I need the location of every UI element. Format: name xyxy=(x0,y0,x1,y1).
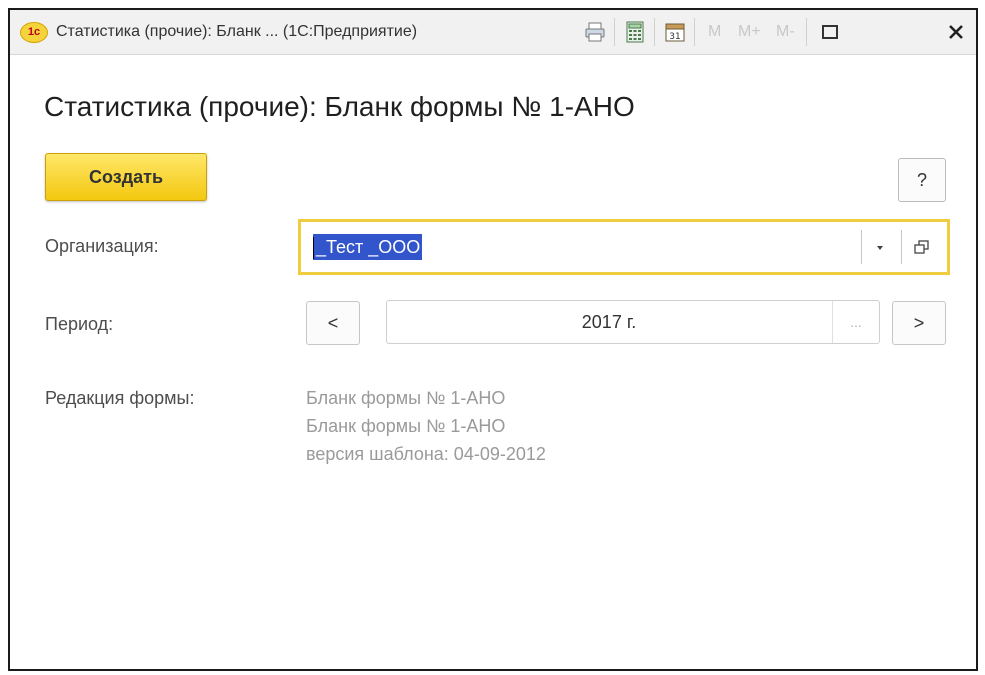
toolbar-divider xyxy=(806,18,807,46)
organization-value[interactable]: _Тест _ООО xyxy=(313,234,423,260)
calculator-icon[interactable] xyxy=(624,21,646,43)
chevron-down-icon xyxy=(877,246,883,250)
toolbar-divider xyxy=(694,18,695,46)
edition-line: Бланк формы № 1-АНО xyxy=(306,388,506,408)
period-prev-button[interactable]: < xyxy=(306,301,360,345)
app-logo-icon[interactable]: 1с xyxy=(20,22,48,43)
form-window: 1с Статистика (прочие): Бланк ... (1С:Пр… xyxy=(8,8,978,671)
period-label: Период: xyxy=(45,314,114,334)
toolbar-divider xyxy=(654,18,655,46)
period-next-button[interactable]: > xyxy=(892,301,946,345)
memory-button-m-plus[interactable]: M+ xyxy=(738,23,761,41)
period-value: 2017 г. xyxy=(581,312,637,332)
toolbar-divider xyxy=(614,18,615,46)
organization-value-text: _Тест _ООО xyxy=(316,237,421,257)
organization-open-button[interactable] xyxy=(901,230,942,264)
edition-line: версия шаблона: 04-09-2012 xyxy=(306,444,546,464)
calendar-icon[interactable]: 31 xyxy=(664,21,686,43)
page-title: Статистика (прочие): Бланк формы № 1-АНО xyxy=(44,91,635,122)
edition-info[interactable]: Бланк формы № 1-АНО Бланк формы № 1-АНО … xyxy=(306,384,546,468)
window-title: Статистика (прочие): Бланк ... (1С:Предп… xyxy=(56,23,418,40)
memory-button-m-minus[interactable]: M- xyxy=(776,23,795,41)
edition-line: Бланк формы № 1-АНО xyxy=(306,416,506,436)
organization-dropdown-button[interactable] xyxy=(861,230,898,264)
period-field[interactable]: 2017 г. ... xyxy=(386,300,880,344)
calendar-day-text: 31 xyxy=(669,32,680,42)
edition-label: Редакция формы: xyxy=(45,388,195,408)
text-cursor xyxy=(313,237,314,260)
close-icon[interactable] xyxy=(944,20,968,44)
period-select-button[interactable]: ... xyxy=(832,301,879,343)
organization-field[interactable]: _Тест _ООО xyxy=(298,219,950,275)
print-icon[interactable] xyxy=(584,21,606,43)
title-bar: 1с Статистика (прочие): Бланк ... (1С:Пр… xyxy=(10,10,976,55)
create-button[interactable]: Создать xyxy=(45,153,207,201)
organization-label: Организация: xyxy=(45,236,159,256)
maximize-icon[interactable] xyxy=(818,20,842,44)
memory-button-m[interactable]: M xyxy=(708,23,721,41)
open-window-icon xyxy=(914,240,929,254)
help-button[interactable]: ? xyxy=(898,158,946,202)
